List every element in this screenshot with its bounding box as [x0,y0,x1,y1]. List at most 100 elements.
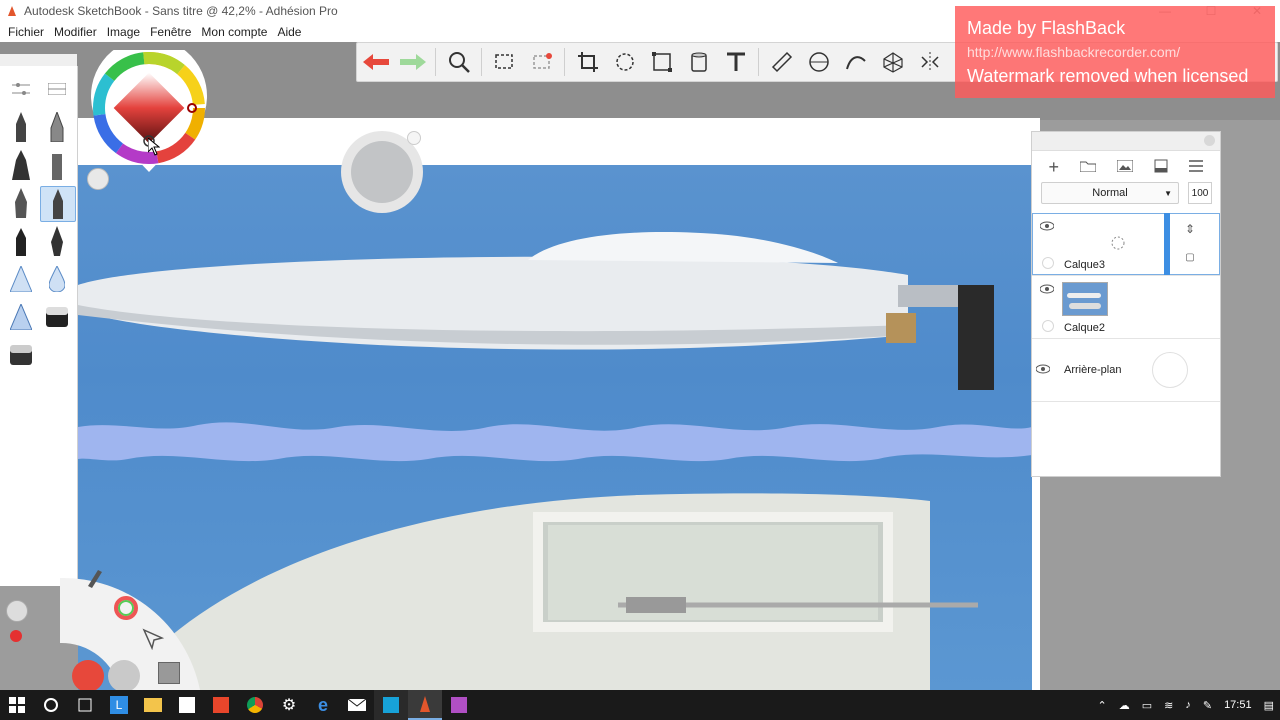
layer-editor-close-icon[interactable] [1204,135,1215,146]
ruler-icon[interactable] [763,44,800,80]
layer-editor: + Normal ▼ 100 Calque3 ⇕ ▢ Calque2 Arriè… [1031,131,1221,477]
blur-drop-icon[interactable] [40,262,74,296]
add-image-icon[interactable] [1116,159,1134,175]
crop-icon[interactable] [569,44,606,80]
zoom-icon[interactable] [440,44,477,80]
layer-lock-dot[interactable] [1042,257,1054,269]
ellipse-guide-icon[interactable] [800,44,837,80]
clock[interactable]: 17:51 [1218,699,1258,711]
layer-name: Calque3 [1064,259,1105,271]
lagoon-handle-icon[interactable] [6,600,28,622]
onedrive-icon[interactable]: ☁ [1113,699,1136,712]
merge-layer-icon[interactable] [1154,159,1168,176]
volume-icon[interactable]: ♪ [1179,699,1197,711]
menu-aide[interactable]: Aide [277,25,301,39]
marker-icon[interactable] [40,148,74,182]
pencil-brush-icon[interactable] [4,110,38,144]
brush-library-icon[interactable] [40,72,74,106]
chrome-icon[interactable] [238,690,272,720]
layer-lock-icon[interactable]: ▢ [1178,247,1202,267]
pen-icon[interactable]: ✎ [1197,699,1218,712]
technical-pen-icon[interactable] [40,110,74,144]
color-wheel-icon[interactable] [114,596,138,620]
notifications-icon[interactable]: ▤ [1258,699,1280,712]
hard-eraser-icon[interactable] [4,338,38,372]
app-l-icon[interactable]: L [102,690,136,720]
layer-row-calque2[interactable]: Calque2 [1032,276,1220,339]
toolbar-divider [564,48,565,76]
layer-actions: + [1032,151,1220,183]
visibility-eye-icon[interactable] [1040,221,1054,231]
mail-icon[interactable] [340,690,374,720]
menu-mon-compte[interactable]: Mon compte [201,25,267,39]
fill-bucket-icon[interactable] [680,44,717,80]
layer-menu-icon[interactable] [1189,159,1204,175]
lasso-select-icon[interactable] [523,44,560,80]
layer-opacity-field[interactable]: 100 [1188,182,1212,204]
eraser-icon[interactable] [40,300,74,334]
palette-grabber[interactable] [0,54,77,66]
symmetry-icon[interactable] [911,44,948,80]
fountain-pen-icon[interactable] [4,186,38,220]
select-arrow-icon[interactable] [142,628,165,655]
settings-gear-icon[interactable]: ⚙ [272,690,306,720]
menu-modifier[interactable]: Modifier [54,25,97,39]
watermark-title: Made by FlashBack [967,18,1126,38]
layer-row-calque3[interactable]: Calque3 ⇕ ▢ [1032,213,1220,276]
battery-icon[interactable]: ▭ [1136,699,1158,712]
add-group-icon[interactable] [1079,160,1097,175]
toolbar-divider [435,48,436,76]
layer-row-arriere-plan[interactable]: Arrière-plan [1032,339,1220,402]
calligraphy-pen-icon[interactable] [40,224,74,258]
blend-mode-value: Normal [1092,187,1128,199]
store-icon[interactable] [170,690,204,720]
lagoon-redo-icon[interactable] [108,660,140,692]
layer-move-icon[interactable]: ⇕ [1178,219,1202,239]
edge-icon[interactable]: e [306,690,340,720]
tray-expand-icon[interactable]: ⌃ [1092,699,1113,712]
menu-fichier[interactable]: Fichier [8,25,44,39]
layer-editor-header[interactable] [1032,132,1220,151]
office-icon[interactable] [204,690,238,720]
visibility-eye-icon[interactable] [1036,364,1050,374]
toolbar-divider [758,48,759,76]
color-puck-lock-icon[interactable] [87,168,109,190]
brush-lagoon-icon[interactable] [84,566,108,590]
task-view-icon[interactable] [68,690,102,720]
menu-image[interactable]: Image [107,25,140,39]
search-icon[interactable] [34,690,68,720]
undo-icon[interactable] [357,44,394,80]
text-icon[interactable] [717,44,754,80]
media-app-icon[interactable] [442,690,476,720]
menu-fenetre[interactable]: Fenêtre [150,25,191,39]
lagoon-menu [0,548,200,692]
lagoon-undo-icon[interactable] [72,660,104,692]
canvas-image-boat[interactable] [78,165,1032,690]
transform-icon[interactable] [606,44,643,80]
record-dot-icon[interactable] [10,630,22,642]
visibility-eye-icon[interactable] [1040,284,1054,294]
distort-icon[interactable] [643,44,680,80]
layers-lagoon-icon[interactable] [158,662,180,684]
brush-size-puck[interactable] [341,131,423,213]
layer-lock-dot[interactable] [1042,320,1054,332]
perspective-icon[interactable] [874,44,911,80]
felt-pen-icon[interactable] [4,224,38,258]
select-icon[interactable] [486,44,523,80]
ink-pen-icon[interactable] [4,148,38,182]
background-color-swatch[interactable] [1152,352,1188,388]
file-explorer-icon[interactable] [136,690,170,720]
airbrush-icon[interactable] [4,262,38,296]
sketchbook-taskbar-icon[interactable] [408,690,442,720]
windows-start-icon[interactable] [0,690,34,720]
smudge-icon[interactable] [4,300,38,334]
add-layer-icon[interactable]: + [1049,157,1060,178]
redo-icon[interactable] [394,44,431,80]
puck-close-icon[interactable] [407,131,421,145]
french-curve-icon[interactable] [837,44,874,80]
selected-brush-icon[interactable] [40,186,76,222]
brush-properties-icon[interactable] [4,72,38,106]
flashback-icon[interactable] [374,690,408,720]
wifi-icon[interactable]: ≋ [1158,699,1179,712]
blend-mode-select[interactable]: Normal ▼ [1041,182,1179,204]
